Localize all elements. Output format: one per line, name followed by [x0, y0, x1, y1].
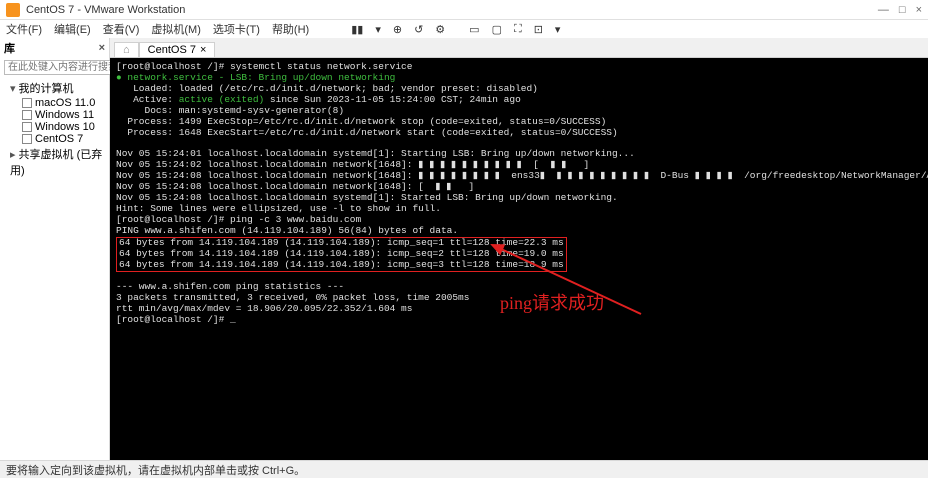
- tab-close-icon[interactable]: ×: [200, 44, 206, 56]
- close-button[interactable]: ×: [916, 4, 922, 16]
- tab-home[interactable]: ⌂: [114, 42, 139, 57]
- term-line: Nov 05 15:24:08 localhost.localdomain ne…: [116, 170, 928, 181]
- more-icon[interactable]: ▾: [555, 23, 561, 36]
- term-line: Nov 05 15:24:08 localhost.localdomain sy…: [116, 192, 618, 203]
- term-line: Docs: man:systemd-sysv-generator(8): [116, 105, 344, 116]
- tree-shared[interactable]: 共享虚拟机 (已弃用): [4, 145, 105, 179]
- home-icon: ⌂: [123, 44, 130, 56]
- term-line: [root@localhost /]# ping -c 3 www.baidu.…: [116, 214, 361, 225]
- vm-tree: 我的计算机 macOS 11.0 Windows 11 Windows 10 C…: [0, 77, 109, 181]
- term-line: rtt min/avg/max/mdev = 18.906/20.095/22.…: [116, 303, 412, 314]
- app-icon: [6, 3, 20, 17]
- menu-file[interactable]: 文件(F): [6, 21, 42, 37]
- fullscreen-icon[interactable]: ⛶: [514, 23, 522, 36]
- term-line: Nov 05 15:24:08 localhost.localdomain ne…: [116, 181, 474, 192]
- titlebar: CentOS 7 - VMware Workstation — □ ×: [0, 0, 928, 20]
- tree-item-centos7[interactable]: CentOS 7: [4, 133, 105, 145]
- main-area: ⌂ CentOS 7 × [root@localhost /]# systemc…: [110, 38, 928, 460]
- term-line: Hint: Some lines were ellipsized, use -l…: [116, 203, 441, 214]
- tab-centos7[interactable]: CentOS 7 ×: [139, 42, 216, 57]
- tree-root[interactable]: 我的计算机: [4, 79, 105, 97]
- dropdown-icon[interactable]: ▾: [375, 23, 381, 36]
- annotation-text: ping请求成功: [500, 293, 604, 314]
- sidebar-close-icon[interactable]: ×: [99, 42, 105, 54]
- term-line: Nov 05 15:24:01 localhost.localdomain sy…: [116, 148, 635, 159]
- sidebar: 库 × 我的计算机 macOS 11.0 Windows 11 Windows …: [0, 38, 110, 460]
- console-icon[interactable]: ▢: [492, 23, 502, 36]
- menu-tabs[interactable]: 选项卡(T): [213, 21, 260, 37]
- unity-icon[interactable]: ▭: [469, 23, 479, 36]
- term-line: Loaded: loaded (/etc/rc.d/init.d/network…: [116, 83, 538, 94]
- revert-icon[interactable]: ↺: [414, 23, 423, 36]
- snapshot-icon[interactable]: ⊕: [393, 23, 402, 36]
- minimize-button[interactable]: —: [878, 4, 889, 16]
- status-hint: 要将输入定向到该虚拟机，请在虚拟机内部单击或按 Ctrl+G。: [6, 465, 305, 477]
- menu-view[interactable]: 查看(V): [103, 21, 140, 37]
- terminal[interactable]: [root@localhost /]# systemctl status net…: [110, 58, 928, 460]
- term-line: [root@localhost /]# _: [116, 314, 236, 325]
- term-line: Nov 05 15:24:02 localhost.localdomain ne…: [116, 159, 589, 170]
- pause-icon[interactable]: ▮▮: [351, 23, 363, 36]
- tree-item-macos[interactable]: macOS 11.0: [4, 97, 105, 109]
- maximize-button[interactable]: □: [899, 4, 906, 16]
- annotation-arrow: [450, 233, 646, 339]
- menu-edit[interactable]: 编辑(E): [54, 21, 91, 37]
- menu-help[interactable]: 帮助(H): [272, 21, 309, 37]
- tab-label: CentOS 7: [148, 44, 196, 56]
- sidebar-title: 库: [4, 40, 15, 56]
- term-line: ● network.service - LSB: Bring up/down n…: [116, 72, 395, 83]
- menu-vm[interactable]: 虚拟机(M): [151, 21, 201, 37]
- term-line: Process: 1499 ExecStop=/etc/rc.d/init.d/…: [116, 116, 606, 127]
- term-line: --- www.a.shifen.com ping statistics ---: [116, 281, 344, 292]
- term-line: [root@localhost /]# systemctl status net…: [116, 61, 412, 72]
- term-line: Process: 1648 ExecStart=/etc/rc.d/init.d…: [116, 127, 618, 138]
- tree-item-win11[interactable]: Windows 11: [4, 109, 105, 121]
- window-title: CentOS 7 - VMware Workstation: [26, 4, 878, 16]
- term-line: 3 packets transmitted, 3 received, 0% pa…: [116, 292, 469, 303]
- tab-strip: ⌂ CentOS 7 ×: [110, 38, 928, 58]
- tree-item-win10[interactable]: Windows 10: [4, 121, 105, 133]
- statusbar: 要将输入定向到该虚拟机，请在虚拟机内部单击或按 Ctrl+G。: [0, 460, 928, 478]
- settings-icon[interactable]: ⚙: [435, 23, 445, 36]
- fit-icon[interactable]: ⊡: [534, 23, 543, 36]
- menubar: 文件(F) 编辑(E) 查看(V) 虚拟机(M) 选项卡(T) 帮助(H) ▮▮…: [0, 20, 928, 38]
- term-line: PING www.a.shifen.com (14.119.104.189) 5…: [116, 225, 458, 236]
- term-line: Active: active (exited) since Sun 2023-1…: [116, 94, 521, 105]
